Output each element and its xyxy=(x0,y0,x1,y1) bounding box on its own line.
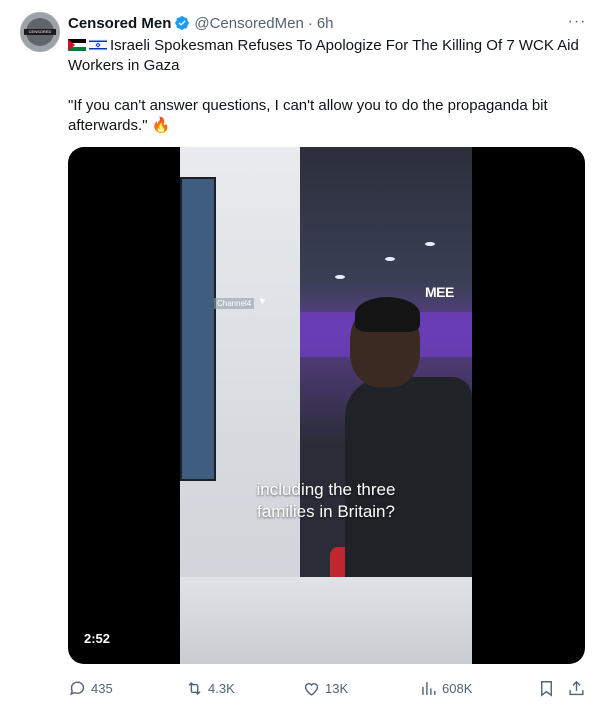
bookmark-button[interactable] xyxy=(537,678,560,698)
repost-button[interactable]: 4.3K xyxy=(185,678,235,698)
tweet-text-line2: "If you can't answer questions, I can't … xyxy=(68,97,548,134)
reply-icon xyxy=(69,680,85,695)
like-button[interactable]: 13K xyxy=(302,678,348,698)
repost-icon xyxy=(188,681,201,695)
author-name[interactable]: Censored Men xyxy=(68,15,171,32)
tweet-card[interactable]: CENSORED Censored Men @CensoredMen · 6h … xyxy=(0,0,605,705)
video-player[interactable]: MEE Channel4 ▼ including the three famil… xyxy=(68,147,585,664)
like-count: 13K xyxy=(325,680,349,696)
separator-dot: · xyxy=(307,14,313,32)
avatar-label: CENSORED xyxy=(24,29,56,35)
reply-count: 435 xyxy=(91,680,113,696)
share-button[interactable] xyxy=(567,678,590,698)
heart-icon xyxy=(304,682,319,696)
author-handle[interactable]: @CensoredMen xyxy=(194,15,303,32)
tweet-header: Censored Men @CensoredMen · 6h xyxy=(68,13,334,33)
tweet-text: Israeli Spokesman Refuses To Apologize F… xyxy=(68,36,588,136)
video-caption: including the three families in Britain? xyxy=(180,479,472,523)
channel4-tag: Channel4 xyxy=(214,298,255,309)
caption-line2: families in Britain? xyxy=(257,502,395,521)
repost-count: 4.3K xyxy=(208,680,235,696)
israel-flag-icon xyxy=(89,39,107,51)
action-bar: 435 4.3K 13K 608K xyxy=(68,678,588,698)
mee-watermark: MEE xyxy=(425,284,454,300)
views-button[interactable]: 608K xyxy=(419,678,472,698)
reply-button[interactable]: 435 xyxy=(68,678,113,698)
more-horizontal-icon[interactable]: ··· xyxy=(567,14,587,30)
caption-line1: including the three xyxy=(256,480,396,499)
avatar[interactable]: CENSORED xyxy=(20,12,60,52)
bookmark-icon xyxy=(541,680,552,697)
video-frame xyxy=(180,147,472,664)
tweet-text-line1: Israeli Spokesman Refuses To Apologize F… xyxy=(68,37,579,74)
share-icon xyxy=(569,680,584,695)
views-count: 608K xyxy=(442,680,473,696)
studio-screen xyxy=(180,177,216,481)
verified-badge-icon xyxy=(175,16,190,30)
studio-desk xyxy=(180,577,472,664)
tweet-timestamp[interactable]: 6h xyxy=(317,15,334,32)
palestine-flag-icon xyxy=(68,39,86,51)
twitter-bird-icon: ▼ xyxy=(258,296,267,306)
video-duration: 2:52 xyxy=(78,629,117,648)
analytics-icon xyxy=(422,681,436,695)
